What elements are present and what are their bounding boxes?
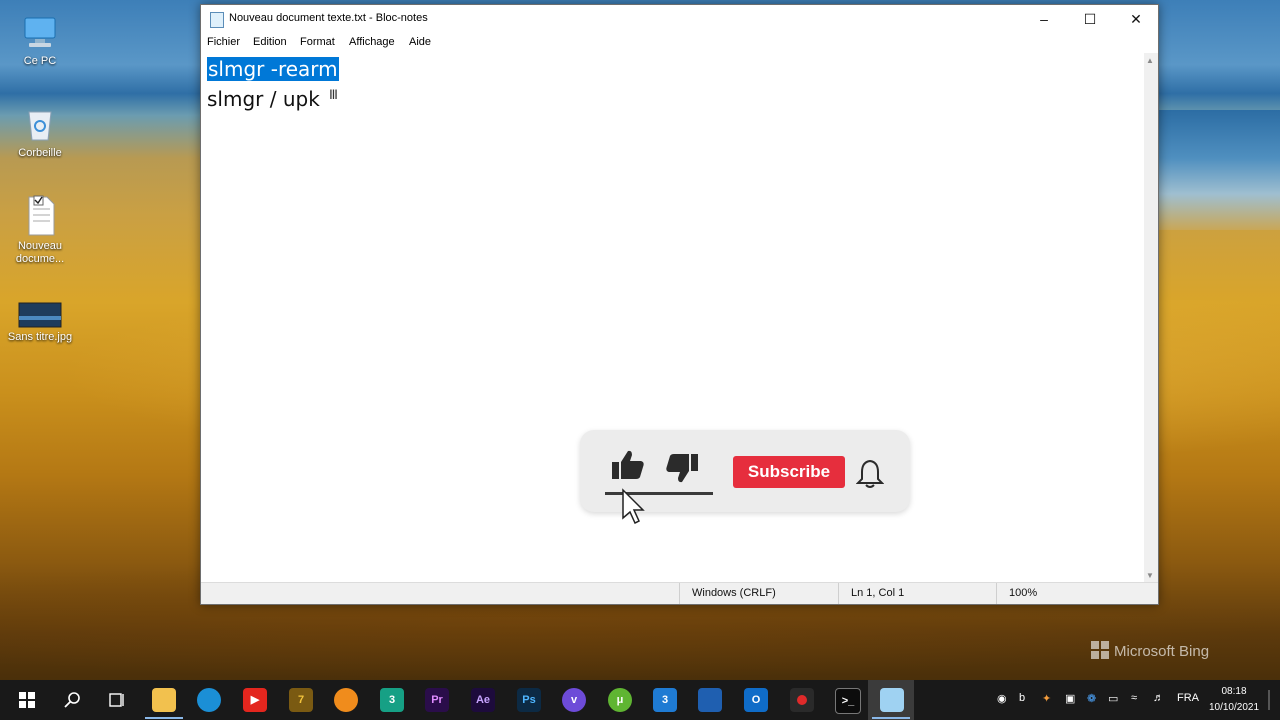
youtube-icon[interactable]: ▶ bbox=[243, 688, 267, 712]
menu-fichier[interactable]: Fichier bbox=[207, 36, 240, 48]
clock-date: 10/10/2021 bbox=[1208, 702, 1260, 713]
bluetooth-icon[interactable]: ❁ bbox=[1087, 692, 1096, 705]
wallpaper-sea bbox=[1157, 110, 1280, 230]
record-icon[interactable] bbox=[790, 688, 814, 712]
scroll-down-icon[interactable]: ▼ bbox=[1146, 571, 1154, 580]
file-explorer-icon[interactable] bbox=[152, 688, 176, 712]
mouse-pointer-icon bbox=[622, 488, 645, 525]
after-effects-icon[interactable]: Ae bbox=[471, 688, 495, 712]
editor-line-selected[interactable]: slmgr -rearm bbox=[207, 56, 339, 82]
search-icon[interactable] bbox=[64, 691, 82, 709]
volume-icon[interactable]: ♬ bbox=[1153, 692, 1164, 704]
window-title: Nouveau document texte.txt - Bloc-notes bbox=[229, 12, 428, 24]
microsoft-logo-icon bbox=[1091, 641, 1109, 659]
computer-icon bbox=[24, 17, 56, 47]
start-icon[interactable] bbox=[19, 692, 35, 708]
text-cursor-icon: Ⅲ bbox=[329, 87, 338, 102]
bell-icon[interactable] bbox=[856, 458, 884, 490]
menu-affichage[interactable]: Affichage bbox=[349, 36, 395, 48]
watermark-text: Microsoft Bing bbox=[1114, 643, 1210, 660]
task-view-icon[interactable] bbox=[108, 691, 126, 709]
close-button[interactable]: ✕ bbox=[1113, 5, 1159, 33]
notepad-icon[interactable] bbox=[880, 688, 904, 712]
active-indicator bbox=[872, 717, 910, 719]
battery-icon[interactable]: ▭ bbox=[1108, 692, 1118, 705]
active-indicator bbox=[145, 717, 183, 719]
desktop-icon-label: Ce PC bbox=[23, 55, 57, 67]
menu-bar: Fichier Edition Format Affichage Aide bbox=[201, 33, 1158, 53]
bing-watermark: Microsoft Bing bbox=[1091, 641, 1209, 660]
status-position: Ln 1, Col 1 bbox=[838, 583, 997, 604]
scroll-up-icon[interactable]: ▲ bbox=[1146, 56, 1154, 65]
viber-icon[interactable]: v bbox=[562, 688, 586, 712]
thumbs-down-icon[interactable] bbox=[664, 452, 700, 486]
photoshop-icon[interactable]: Ps bbox=[517, 688, 541, 712]
7zip-icon[interactable]: 7 bbox=[289, 688, 313, 712]
title-bar[interactable]: Nouveau document texte.txt - Bloc-notes … bbox=[201, 5, 1158, 33]
fl-studio-icon[interactable] bbox=[334, 688, 358, 712]
desktop-icon-recycle-bin[interactable]: Corbeille bbox=[5, 104, 75, 160]
subscribe-button[interactable]: Subscribe bbox=[733, 456, 845, 488]
wifi-icon[interactable]: ≈ bbox=[1131, 692, 1137, 704]
text-file-icon bbox=[28, 195, 55, 236]
maximize-button[interactable]: ☐ bbox=[1067, 5, 1113, 33]
language-indicator[interactable]: FRA bbox=[1177, 692, 1199, 704]
status-encoding: Windows (CRLF) bbox=[679, 583, 838, 604]
app-3-icon[interactable]: 3 bbox=[380, 688, 404, 712]
desktop-icon-image-file[interactable]: Sans titre.jpg bbox=[5, 302, 75, 344]
vertical-scrollbar[interactable]: ▲ ▼ bbox=[1144, 53, 1158, 583]
terminal-icon[interactable]: >_ bbox=[835, 688, 861, 714]
status-bar: Windows (CRLF) Ln 1, Col 1 100% bbox=[201, 582, 1158, 604]
network-adapter-icon[interactable]: ▣ bbox=[1065, 692, 1075, 705]
utorrent-icon[interactable]: μ bbox=[608, 688, 632, 712]
editor-line[interactable]: slmgr / upk bbox=[207, 86, 320, 112]
recycle-bin-icon bbox=[28, 111, 52, 141]
system-clock[interactable]: 08:18 10/10/2021 bbox=[1206, 684, 1262, 716]
desktop-icon-label: Nouveau docume... bbox=[15, 240, 65, 265]
webcam-tray-icon[interactable]: ◉ bbox=[997, 692, 1007, 705]
app-tray-icon[interactable]: ✦ bbox=[1042, 692, 1051, 705]
minimize-button[interactable]: – bbox=[1021, 5, 1067, 33]
taskbar: ▶ 7 3 Pr Ae Ps v μ 3 O >_ ◉ b ✦ ▣ ❁ ▭ ≈ … bbox=[0, 680, 1280, 720]
outlook-icon[interactable]: O bbox=[744, 688, 768, 712]
show-desktop-button[interactable] bbox=[1268, 690, 1270, 710]
image-thumbnail-icon bbox=[18, 302, 62, 328]
menu-edition[interactable]: Edition bbox=[253, 36, 287, 48]
edge-icon[interactable] bbox=[197, 688, 221, 712]
desktop-icon-label: Corbeille bbox=[18, 147, 62, 159]
desktop-icon-text-document[interactable]: Nouveau docume... bbox=[5, 195, 75, 266]
css3-icon[interactable]: 3 bbox=[653, 688, 677, 712]
subscribe-overlay: Subscribe bbox=[580, 430, 910, 525]
desktop-icon-label: Sans titre.jpg bbox=[7, 331, 73, 343]
thumbs-up-icon[interactable] bbox=[610, 448, 646, 482]
status-zoom: 100% bbox=[996, 583, 1149, 604]
clock-time: 08:18 bbox=[1221, 686, 1247, 697]
desktop-icon-this-pc[interactable]: Ce PC bbox=[5, 14, 75, 68]
teams-icon[interactable] bbox=[698, 688, 722, 712]
notepad-window: Nouveau document texte.txt - Bloc-notes … bbox=[200, 4, 1159, 605]
bing-tray-icon[interactable]: b bbox=[1019, 692, 1025, 704]
premiere-pro-icon[interactable]: Pr bbox=[425, 688, 449, 712]
menu-aide[interactable]: Aide bbox=[409, 36, 431, 48]
menu-format[interactable]: Format bbox=[300, 36, 335, 48]
selected-text[interactable]: slmgr -rearm bbox=[207, 57, 339, 81]
notepad-app-icon bbox=[210, 12, 224, 28]
